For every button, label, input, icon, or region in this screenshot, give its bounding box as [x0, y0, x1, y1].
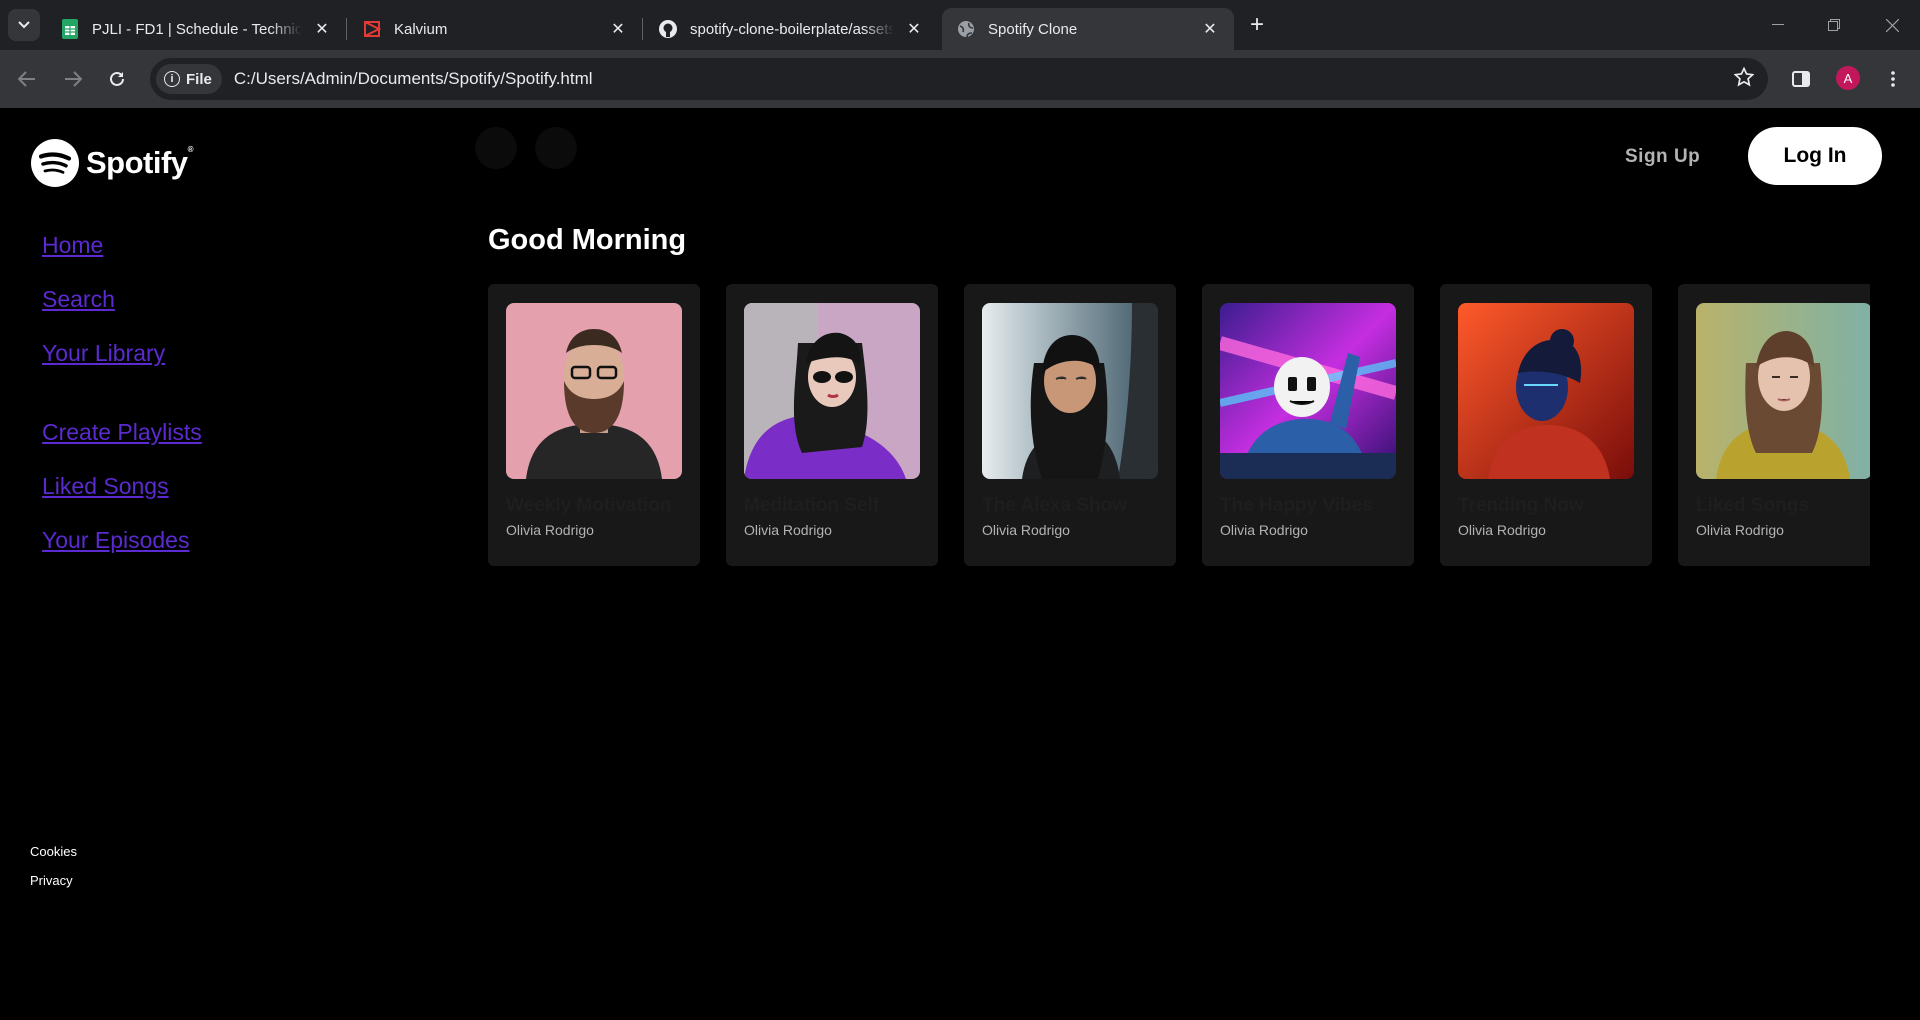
playlist-cover-image	[982, 303, 1158, 479]
google-sheets-icon	[60, 19, 80, 39]
playlist-title: Liked Songs	[1696, 495, 1809, 516]
footer-link-cookies[interactable]: Cookies	[30, 844, 77, 859]
tab-title: spotify-clone-boilerplate/assets	[690, 20, 894, 38]
close-icon[interactable]: ✕	[1200, 19, 1220, 39]
playlist-card[interactable]: The Happy Vibes Olivia Rodrigo	[1202, 284, 1414, 566]
playlist-cover-image	[506, 303, 682, 479]
playlist-title: Weekly Motivation	[506, 495, 672, 516]
sidebar-item-home[interactable]: Home	[42, 232, 103, 259]
playlist-cover-image	[1696, 303, 1870, 479]
playlist-title: The Alexa Show	[982, 495, 1127, 516]
footer-link-privacy[interactable]: Privacy	[30, 873, 73, 888]
address-bar[interactable]: i File C:/Users/Admin/Documents/Spotify/…	[150, 58, 1768, 100]
site-info-label: File	[186, 70, 212, 88]
playlist-cover-image	[1458, 303, 1634, 479]
playlist-artist: Olivia Rodrigo	[982, 522, 1070, 538]
side-panel-button[interactable]	[1784, 62, 1818, 96]
globe-icon	[956, 19, 976, 39]
minimize-icon	[1772, 24, 1784, 25]
playlist-card[interactable]: Weekly Motivation Olivia Rodrigo	[488, 284, 700, 566]
tab-github[interactable]: spotify-clone-boilerplate/assets ✕	[644, 8, 938, 50]
profile-avatar[interactable]: A	[1836, 66, 1860, 90]
sidebar-item-create-playlists[interactable]: Create Playlists	[42, 419, 202, 446]
browser-menu-button[interactable]	[1876, 62, 1910, 96]
back-button[interactable]	[10, 62, 44, 96]
forward-button[interactable]	[56, 62, 90, 96]
playlist-cover-image	[744, 303, 920, 479]
spotify-page: Spotify® Home Search Your Library Create…	[0, 108, 1920, 1020]
arrow-left-icon	[18, 71, 35, 87]
sidebar-item-your-library[interactable]: Your Library	[42, 340, 165, 367]
new-tab-button[interactable]: +	[1244, 13, 1270, 39]
close-icon[interactable]: ✕	[904, 19, 924, 39]
playlist-title: Trending Now	[1458, 495, 1584, 516]
greeting-heading: Good Morning	[488, 224, 687, 256]
sidebar-item-liked-songs[interactable]: Liked Songs	[42, 473, 169, 500]
playlist-card[interactable]: Trending Now Olivia Rodrigo	[1440, 284, 1652, 566]
reload-icon	[110, 71, 124, 86]
playlist-cover-image	[1220, 303, 1396, 479]
tab-divider	[346, 18, 347, 40]
playlist-card[interactable]: Liked Songs Olivia Rodrigo	[1678, 284, 1870, 566]
spotify-logo[interactable]: Spotify®	[30, 138, 194, 188]
arrow-right-icon	[65, 71, 82, 87]
forward-nav-button[interactable]	[535, 127, 577, 169]
info-icon: i	[164, 71, 180, 87]
restore-icon	[1828, 19, 1840, 31]
playlist-artist: Olivia Rodrigo	[744, 522, 832, 538]
playlist-artist: Olivia Rodrigo	[1220, 522, 1308, 538]
restore-button[interactable]	[1806, 0, 1862, 50]
url-text[interactable]: C:/Users/Admin/Documents/Spotify/Spotify…	[234, 69, 593, 89]
close-icon[interactable]: ✕	[608, 19, 628, 39]
tab-search-button[interactable]	[8, 9, 40, 41]
kalvium-icon	[362, 19, 382, 39]
playlist-title: The Happy Vibes	[1220, 495, 1373, 516]
log-in-button[interactable]: Log In	[1748, 127, 1882, 185]
site-info-chip[interactable]: i File	[156, 64, 222, 94]
playlist-title: Meditation Self	[744, 495, 880, 516]
playlist-card[interactable]: The Alexa Show Olivia Rodrigo	[964, 284, 1176, 566]
tab-kalvium[interactable]: Kalvium ✕	[348, 8, 642, 50]
tab-title: PJLI - FD1 | Schedule - Technical	[92, 20, 302, 38]
minimize-button[interactable]	[1750, 0, 1806, 50]
close-icon[interactable]: ✕	[312, 19, 332, 39]
playlist-card[interactable]: Meditation Self Olivia Rodrigo	[726, 284, 938, 566]
sidebar-item-your-episodes[interactable]: Your Episodes	[42, 527, 189, 554]
tab-schedule[interactable]: PJLI - FD1 | Schedule - Technical ✕	[46, 8, 346, 50]
playlist-artist: Olivia Rodrigo	[1458, 522, 1546, 538]
more-vertical-icon	[1891, 71, 1895, 87]
tab-title: Kalvium	[394, 20, 448, 38]
close-icon	[1885, 18, 1899, 32]
side-panel-icon	[1792, 71, 1810, 87]
close-window-button[interactable]	[1864, 0, 1920, 50]
back-nav-button[interactable]	[475, 127, 517, 169]
spotify-logo-icon	[31, 139, 79, 187]
chevron-down-icon	[18, 21, 30, 29]
bookmark-star-icon[interactable]	[1733, 66, 1755, 93]
sidebar-item-search[interactable]: Search	[42, 286, 115, 313]
playlist-artist: Olivia Rodrigo	[506, 522, 594, 538]
sign-up-button[interactable]: Sign Up	[1625, 146, 1700, 168]
browser-tab-bar: PJLI - FD1 | Schedule - Technical ✕ Kalv…	[0, 0, 1920, 50]
brand-name: Spotify®	[86, 145, 194, 180]
tab-title: Spotify Clone	[988, 20, 1078, 38]
tab-spotify-clone[interactable]: Spotify Clone ✕	[942, 8, 1234, 50]
reload-button[interactable]	[100, 62, 134, 96]
github-icon	[658, 19, 678, 39]
playlist-cards: Weekly Motivation Olivia Rodrigo Meditat…	[488, 284, 1870, 566]
tab-divider	[642, 18, 643, 40]
browser-toolbar: i File C:/Users/Admin/Documents/Spotify/…	[0, 50, 1920, 108]
playlist-artist: Olivia Rodrigo	[1696, 522, 1784, 538]
